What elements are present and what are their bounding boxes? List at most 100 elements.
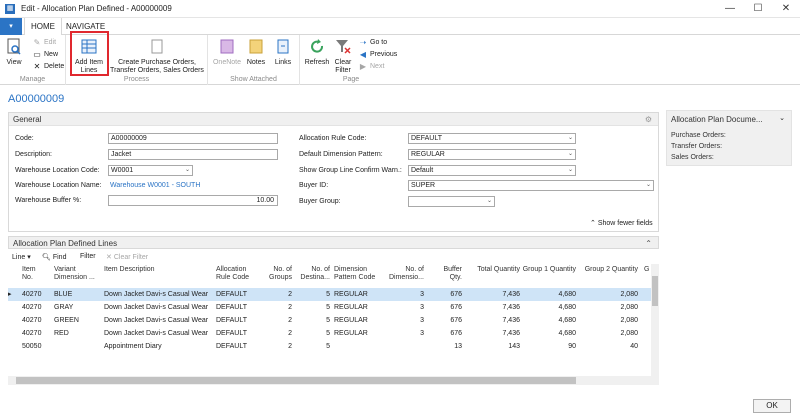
cell-total[interactable]: 7,436 bbox=[466, 327, 520, 340]
cell-item-no[interactable]: 40270 bbox=[22, 327, 50, 340]
edit-button[interactable]: ✎ Edit bbox=[33, 38, 56, 47]
cell-item-no[interactable]: 40270 bbox=[22, 314, 50, 327]
filter-button[interactable]: Filter bbox=[80, 253, 96, 260]
cell-dimensions[interactable]: 3 bbox=[388, 288, 424, 301]
col-g-more[interactable]: G bbox=[644, 264, 651, 288]
clear-filter-grid-button[interactable]: ✕ Clear Filter bbox=[106, 253, 148, 261]
cell-group1[interactable]: 90 bbox=[522, 340, 576, 353]
table-row[interactable]: 40270 RED Down Jacket Davi-s Casual Wear… bbox=[8, 327, 651, 340]
cell-item-no[interactable]: 40270 bbox=[22, 288, 50, 301]
chevron-down-icon[interactable]: ⌄ bbox=[487, 197, 492, 206]
onenote-button[interactable]: OneNote bbox=[212, 37, 242, 67]
cell-item-no[interactable]: 50050 bbox=[22, 340, 50, 353]
cell-variant[interactable] bbox=[54, 340, 100, 353]
chevron-down-icon[interactable]: ⌄ bbox=[779, 114, 785, 122]
cell-pattern[interactable]: REGULAR bbox=[334, 327, 384, 340]
cell-rule[interactable]: DEFAULT bbox=[216, 314, 260, 327]
warehouse-location-code-field[interactable]: W0001 ⌄ bbox=[108, 165, 193, 176]
chevron-down-icon[interactable]: ⌄ bbox=[568, 150, 573, 159]
delete-button[interactable]: ✕ Delete bbox=[33, 62, 65, 71]
refresh-button[interactable]: Refresh bbox=[303, 37, 331, 67]
general-header[interactable]: General ⚙ bbox=[9, 113, 658, 126]
default-dimension-pattern-field[interactable]: REGULAR ⌄ bbox=[408, 149, 576, 160]
notes-button[interactable]: Notes bbox=[244, 37, 268, 67]
buyer-group-field[interactable]: ⌄ bbox=[408, 196, 495, 207]
cell-group2[interactable]: 2,080 bbox=[580, 314, 638, 327]
cell-dimensions[interactable]: 3 bbox=[388, 301, 424, 314]
row-selector-icon[interactable]: ▸ bbox=[8, 288, 18, 301]
col-group2-quantity[interactable]: Group 2 Quantity bbox=[580, 264, 638, 288]
chevron-down-icon[interactable]: ⌄ bbox=[646, 181, 651, 190]
cell-groups[interactable]: 2 bbox=[264, 327, 292, 340]
chevron-down-icon[interactable]: ⌄ bbox=[568, 166, 573, 175]
close-button[interactable]: ✕ bbox=[772, 0, 800, 18]
cell-pattern[interactable]: REGULAR bbox=[334, 288, 384, 301]
cell-item-no[interactable]: 40270 bbox=[22, 301, 50, 314]
cell-total[interactable]: 143 bbox=[466, 340, 520, 353]
chevron-up-icon[interactable]: ⌃ bbox=[645, 237, 652, 250]
show-fewer-fields-link[interactable]: ⌃ Show fewer fields bbox=[590, 219, 653, 227]
cell-description[interactable]: Down Jacket Davi-s Casual Wear bbox=[104, 327, 214, 340]
cell-buffer[interactable]: 676 bbox=[432, 288, 462, 301]
col-item-description[interactable]: Item Description bbox=[104, 264, 204, 288]
description-field[interactable]: Jacket bbox=[108, 149, 278, 160]
cell-groups[interactable]: 2 bbox=[264, 288, 292, 301]
chevron-down-icon[interactable]: ⌄ bbox=[568, 134, 573, 143]
cell-groups[interactable]: 2 bbox=[264, 314, 292, 327]
cell-description[interactable]: Down Jacket Davi-s Casual Wear bbox=[104, 314, 214, 327]
cell-variant[interactable]: RED bbox=[54, 327, 100, 340]
previous-button[interactable]: ◀ Previous bbox=[359, 50, 397, 59]
cell-destinations[interactable]: 5 bbox=[296, 301, 330, 314]
cell-rule[interactable]: DEFAULT bbox=[216, 340, 260, 353]
col-group1-quantity[interactable]: Group 1 Quantity bbox=[522, 264, 576, 288]
cell-variant[interactable]: GRAY bbox=[54, 301, 100, 314]
show-group-line-field[interactable]: Default ⌄ bbox=[408, 165, 576, 176]
minimize-button[interactable]: — bbox=[716, 0, 744, 18]
cell-rule[interactable]: DEFAULT bbox=[216, 288, 260, 301]
cell-buffer[interactable]: 676 bbox=[432, 327, 462, 340]
new-button[interactable]: ▭ New bbox=[33, 50, 58, 59]
vertical-scrollbar[interactable] bbox=[651, 264, 659, 376]
cell-destinations[interactable]: 5 bbox=[296, 314, 330, 327]
cell-group2[interactable]: 2,080 bbox=[580, 327, 638, 340]
cell-rule[interactable]: DEFAULT bbox=[216, 301, 260, 314]
cell-variant[interactable]: GREEN bbox=[54, 314, 100, 327]
line-menu-button[interactable]: Line ▾ bbox=[12, 253, 31, 261]
table-row[interactable]: 40270 GREEN Down Jacket Davi-s Casual We… bbox=[8, 314, 651, 327]
lines-header[interactable]: Allocation Plan Defined Lines ⌃ bbox=[8, 236, 659, 249]
col-variant[interactable]: Variant Dimension ... bbox=[54, 264, 98, 288]
warehouse-location-name-link[interactable]: Warehouse W0001 - SOUTH bbox=[110, 182, 200, 189]
cell-pattern[interactable]: REGULAR bbox=[334, 314, 384, 327]
cell-group1[interactable]: 4,680 bbox=[522, 288, 576, 301]
cell-group1[interactable]: 4,680 bbox=[522, 327, 576, 340]
cell-description[interactable]: Down Jacket Davi-s Casual Wear bbox=[104, 301, 214, 314]
col-buffer-qty[interactable]: Buffer Qty. bbox=[432, 264, 462, 288]
cell-total[interactable]: 7,436 bbox=[466, 288, 520, 301]
horizontal-scrollbar[interactable] bbox=[8, 376, 659, 385]
warehouse-buffer-field[interactable]: 10.00 bbox=[108, 195, 278, 206]
allocation-rule-code-field[interactable]: DEFAULT ⌄ bbox=[408, 133, 576, 144]
app-menu-button[interactable]: ▾ bbox=[0, 18, 22, 35]
table-row[interactable]: 40270 GRAY Down Jacket Davi-s Casual Wea… bbox=[8, 301, 651, 314]
create-orders-button[interactable]: Create Purchase Orders, Transfer Orders,… bbox=[110, 37, 204, 75]
cell-destinations[interactable]: 5 bbox=[296, 288, 330, 301]
cell-description[interactable]: Appointment Diary bbox=[104, 340, 214, 353]
cell-group2[interactable]: 2,080 bbox=[580, 301, 638, 314]
go-to-button[interactable]: ➝ Go to bbox=[359, 38, 387, 47]
clear-filter-button[interactable]: Clear Filter bbox=[331, 37, 355, 75]
cell-dimensions[interactable]: 3 bbox=[388, 327, 424, 340]
cell-dimensions[interactable]: 3 bbox=[388, 314, 424, 327]
chevron-down-icon[interactable]: ⌄ bbox=[185, 166, 190, 175]
col-dimension-pattern-code[interactable]: Dimension Pattern Code bbox=[334, 264, 384, 288]
table-row[interactable]: 50050 Appointment Diary DEFAULT 2 5 13 1… bbox=[8, 340, 651, 353]
cell-total[interactable]: 7,436 bbox=[466, 301, 520, 314]
tab-home[interactable]: HOME bbox=[24, 18, 62, 36]
cell-rule[interactable]: DEFAULT bbox=[216, 327, 260, 340]
cell-groups[interactable]: 2 bbox=[264, 301, 292, 314]
cell-description[interactable]: Down Jacket Davi-s Casual Wear bbox=[104, 288, 214, 301]
col-no-groups[interactable]: No. of Groups bbox=[264, 264, 292, 288]
cell-buffer[interactable]: 676 bbox=[432, 301, 462, 314]
col-total-quantity[interactable]: Total Quantity bbox=[466, 264, 520, 288]
cell-total[interactable]: 7,436 bbox=[466, 314, 520, 327]
find-button[interactable]: 🔍︎ Find bbox=[42, 253, 66, 261]
